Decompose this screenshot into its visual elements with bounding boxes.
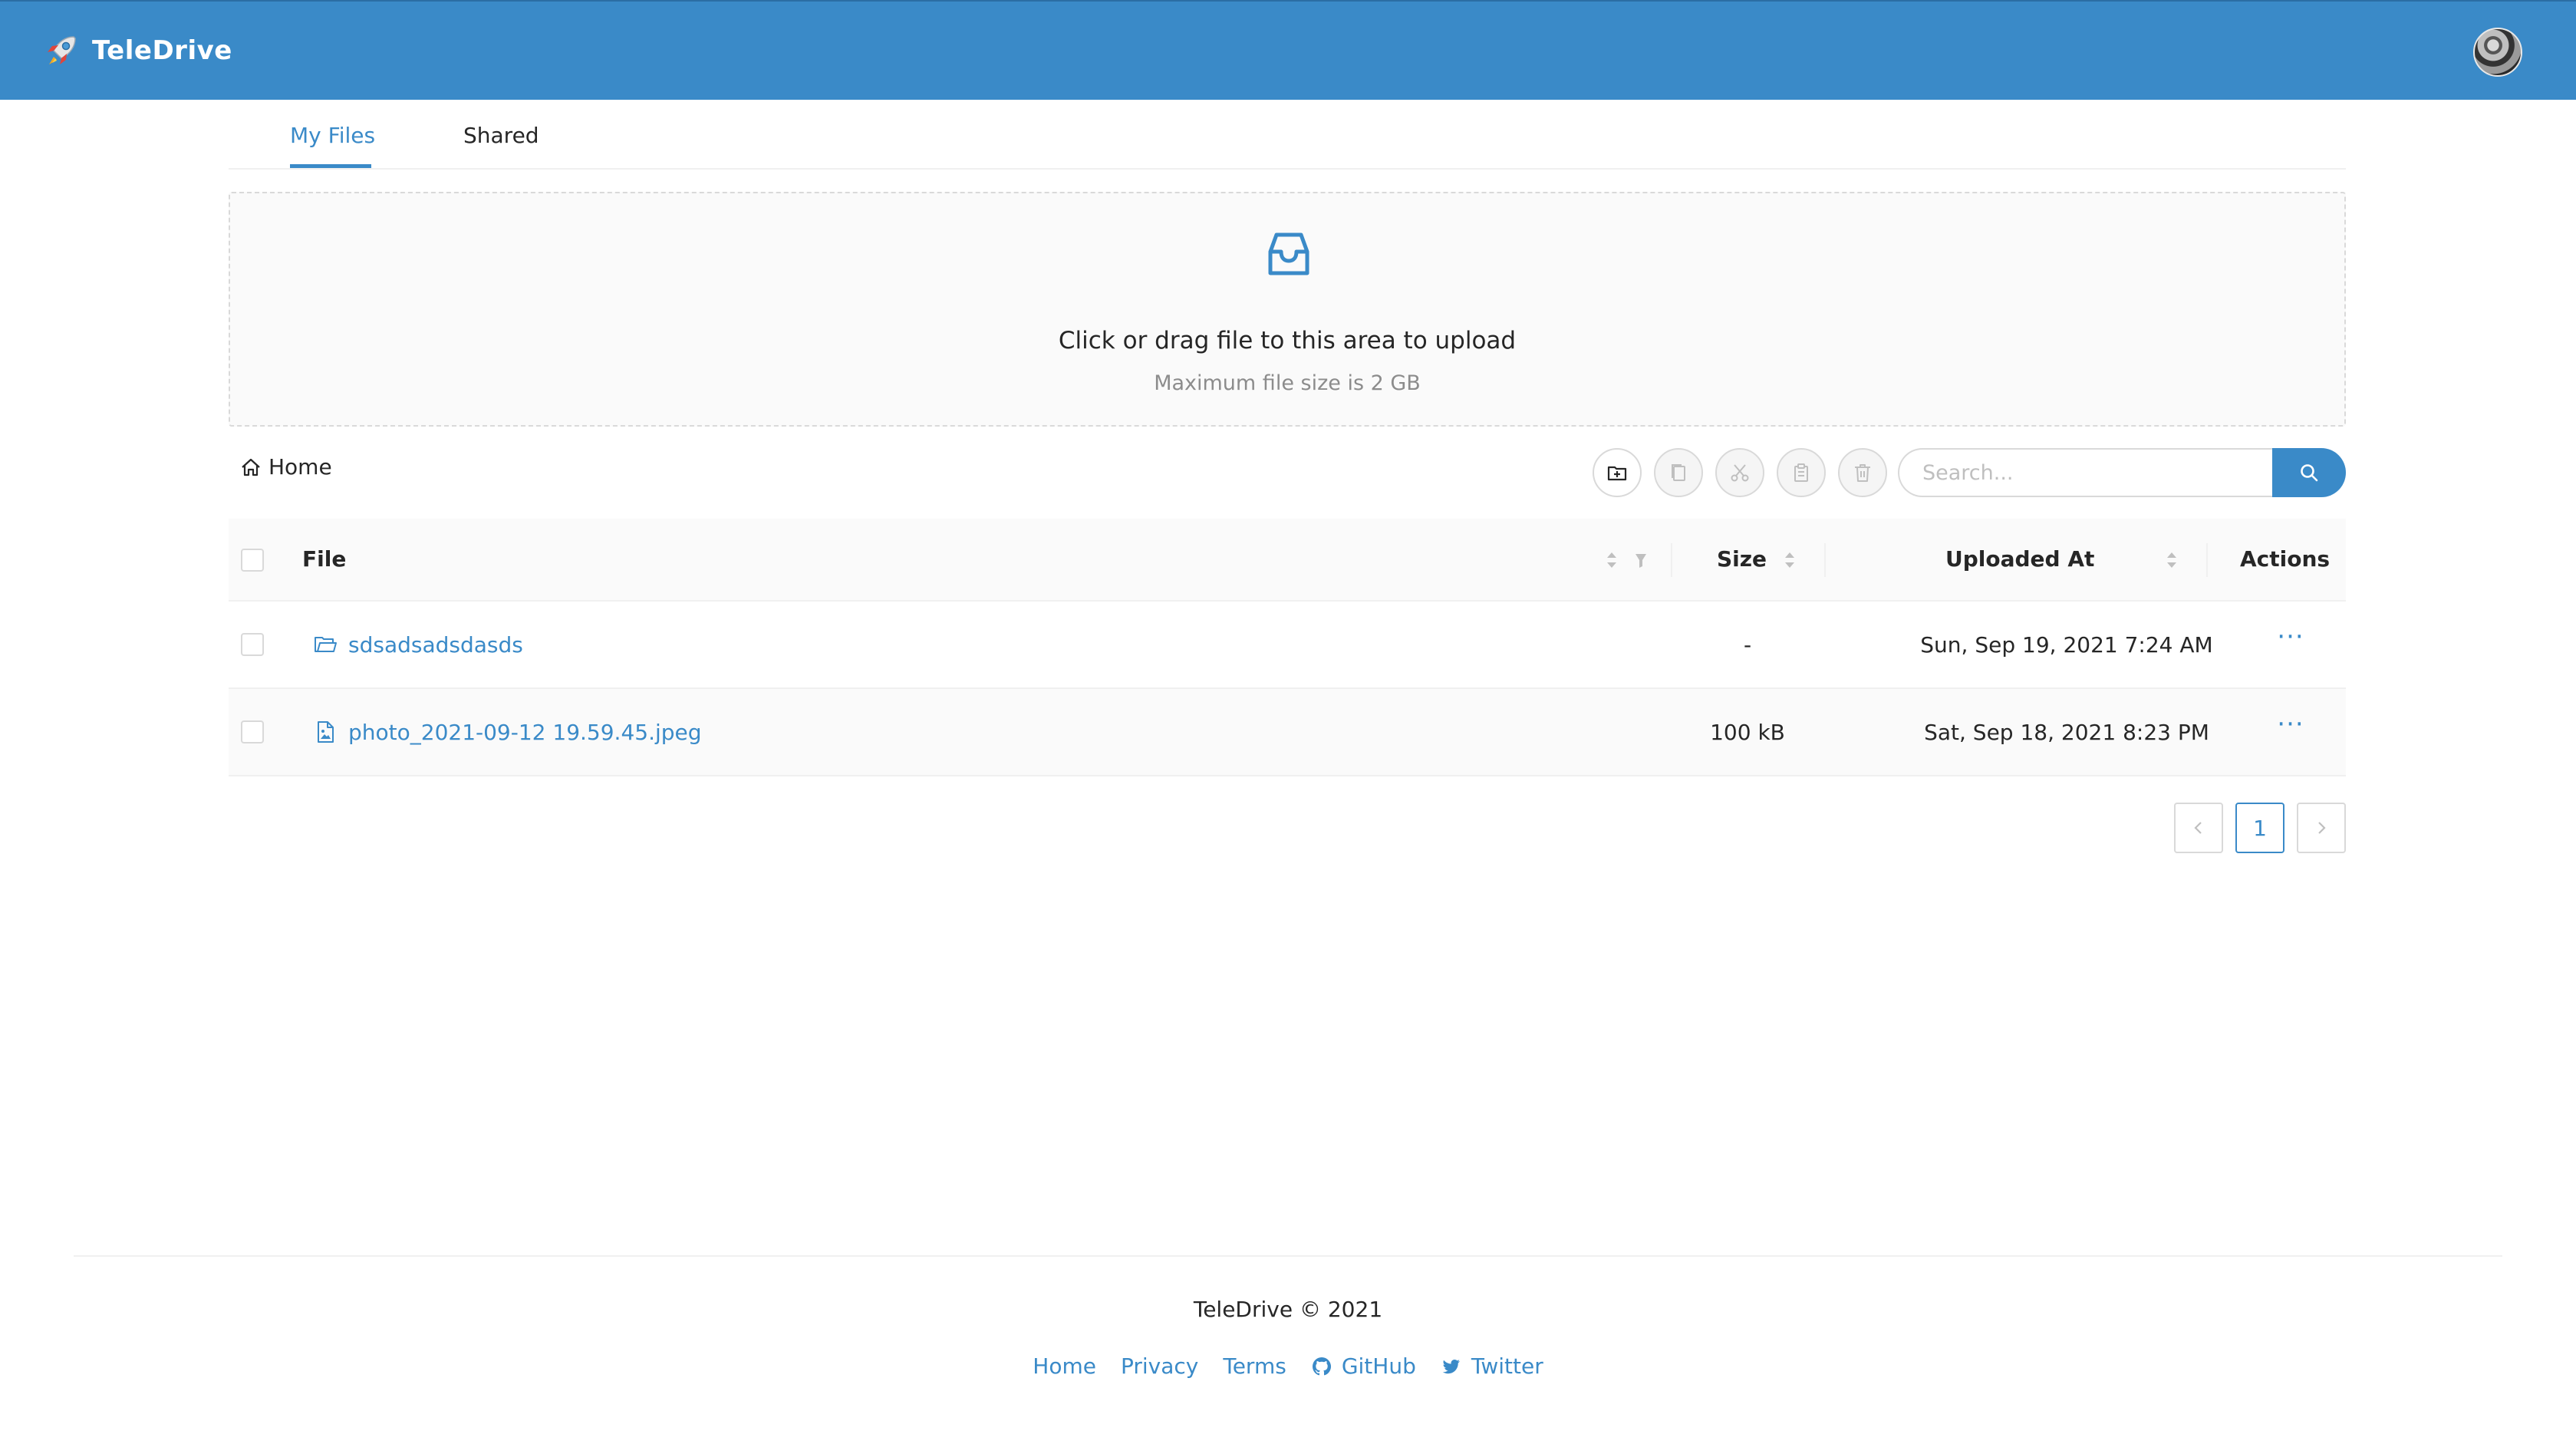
footer-link-privacy[interactable]: Privacy <box>1121 1353 1198 1379</box>
select-all-checkbox[interactable] <box>241 549 264 572</box>
file-name-link[interactable]: sdsadsadsdasds <box>348 632 523 658</box>
column-divider <box>2206 543 2208 577</box>
footer-link-github[interactable]: GitHub <box>1311 1353 1416 1379</box>
column-divider <box>1671 543 1672 577</box>
sort-icon[interactable] <box>2165 549 2179 571</box>
delete-button[interactable] <box>1838 448 1887 497</box>
user-avatar[interactable] <box>2473 28 2522 77</box>
table-row[interactable]: sdsadsadsdasds - Sun, Sep 19, 2021 7:24 … <box>229 602 2346 689</box>
rocket-icon <box>48 36 76 64</box>
copy-button[interactable] <box>1654 448 1703 497</box>
file-name-link[interactable]: photo_2021-09-12 19.59.45.jpeg <box>348 720 702 745</box>
column-header-file[interactable]: File <box>302 546 346 572</box>
trash-icon <box>1855 464 1870 482</box>
uploaded-at: Sat, Sep 18, 2021 8:23 PM <box>1924 720 2209 745</box>
scissors-icon <box>1731 464 1749 482</box>
breadcrumb-home: Home <box>268 454 332 480</box>
search-input[interactable] <box>1898 448 2274 497</box>
footer-link-twitter-label: Twitter <box>1471 1353 1543 1379</box>
inbox-icon <box>1268 232 1309 275</box>
column-header-size[interactable]: Size <box>1717 546 1767 572</box>
brand[interactable]: TeleDrive <box>43 32 232 69</box>
column-divider <box>1824 543 1826 577</box>
more-actions-button[interactable]: ··· <box>2260 709 2321 740</box>
app-name: TeleDrive <box>92 35 232 66</box>
row-checkbox[interactable] <box>241 720 264 743</box>
footer-links: Home Privacy Terms GitHub Twitter <box>0 1353 2576 1379</box>
cut-button[interactable] <box>1715 448 1764 497</box>
top-navbar: TeleDrive <box>0 0 2576 100</box>
sort-icon[interactable] <box>1605 549 1619 571</box>
paste-icon <box>1794 463 1808 482</box>
row-checkbox[interactable] <box>241 633 264 656</box>
sort-icon[interactable] <box>1783 549 1797 571</box>
folder-icon <box>315 637 337 652</box>
more-actions-button[interactable]: ··· <box>2260 621 2321 652</box>
upload-dropzone[interactable]: Click or drag file to this area to uploa… <box>229 192 2346 427</box>
footer-link-terms-label: Terms <box>1223 1353 1286 1379</box>
active-tab-indicator <box>290 164 371 168</box>
chevron-right-icon <box>2318 822 2326 834</box>
search-button[interactable] <box>2272 448 2346 497</box>
search-group <box>1898 448 2346 497</box>
footer-link-privacy-label: Privacy <box>1120 1353 1199 1379</box>
twitter-icon <box>1442 1359 1460 1373</box>
github-icon <box>1312 1357 1331 1375</box>
copy-icon <box>1672 464 1685 481</box>
uploaded-at: Sun, Sep 19, 2021 7:24 AM <box>1920 632 2213 658</box>
chevron-left-icon <box>2194 822 2202 834</box>
table-header: File Size Uploaded At Actions <box>229 519 2346 602</box>
new-folder-button[interactable] <box>1593 448 1642 497</box>
footer-link-home-label: Home <box>1033 1353 1096 1379</box>
copyright: TeleDrive © 2021 <box>1193 1297 1383 1322</box>
footer-link-terms[interactable]: Terms <box>1223 1353 1286 1379</box>
upload-hint: Maximum file size is 2 GB <box>1154 371 1421 395</box>
footer-divider <box>74 1255 2502 1257</box>
breadcrumb[interactable]: Home <box>239 454 332 480</box>
app-window: TeleDrive My Files Shared Click or drag … <box>0 0 2576 1444</box>
footer-link-home[interactable]: Home <box>1033 1353 1096 1379</box>
next-page-button[interactable] <box>2297 803 2346 853</box>
table-row[interactable]: photo_2021-09-12 19.59.45.jpeg 100 kB Sa… <box>229 689 2346 776</box>
column-header-uploaded-at[interactable]: Uploaded At <box>1945 546 2094 572</box>
page-button-current[interactable]: 1 <box>2235 803 2284 853</box>
files-table: File Size Uploaded At Actions sdsadsadsd… <box>229 519 2346 776</box>
new-folder-icon <box>1607 466 1627 481</box>
home-icon <box>242 458 260 476</box>
search-icon <box>2301 464 2318 482</box>
tab-shared[interactable]: Shared <box>463 123 539 148</box>
footer-link-github-label: GitHub <box>1341 1353 1416 1379</box>
file-tabs: My Files Shared <box>229 100 2346 170</box>
file-size: - <box>1743 632 1752 658</box>
footer-link-twitter[interactable]: Twitter <box>1441 1353 1543 1379</box>
upload-title: Click or drag file to this area to uploa… <box>1058 327 1517 354</box>
file-image-icon <box>318 721 334 743</box>
paste-button[interactable] <box>1777 448 1826 497</box>
prev-page-button[interactable] <box>2174 803 2223 853</box>
file-size: 100 kB <box>1710 720 1785 745</box>
filter-icon[interactable] <box>1634 551 1648 572</box>
column-header-actions: Actions <box>2240 546 2331 572</box>
tab-my-files[interactable]: My Files <box>290 123 375 148</box>
